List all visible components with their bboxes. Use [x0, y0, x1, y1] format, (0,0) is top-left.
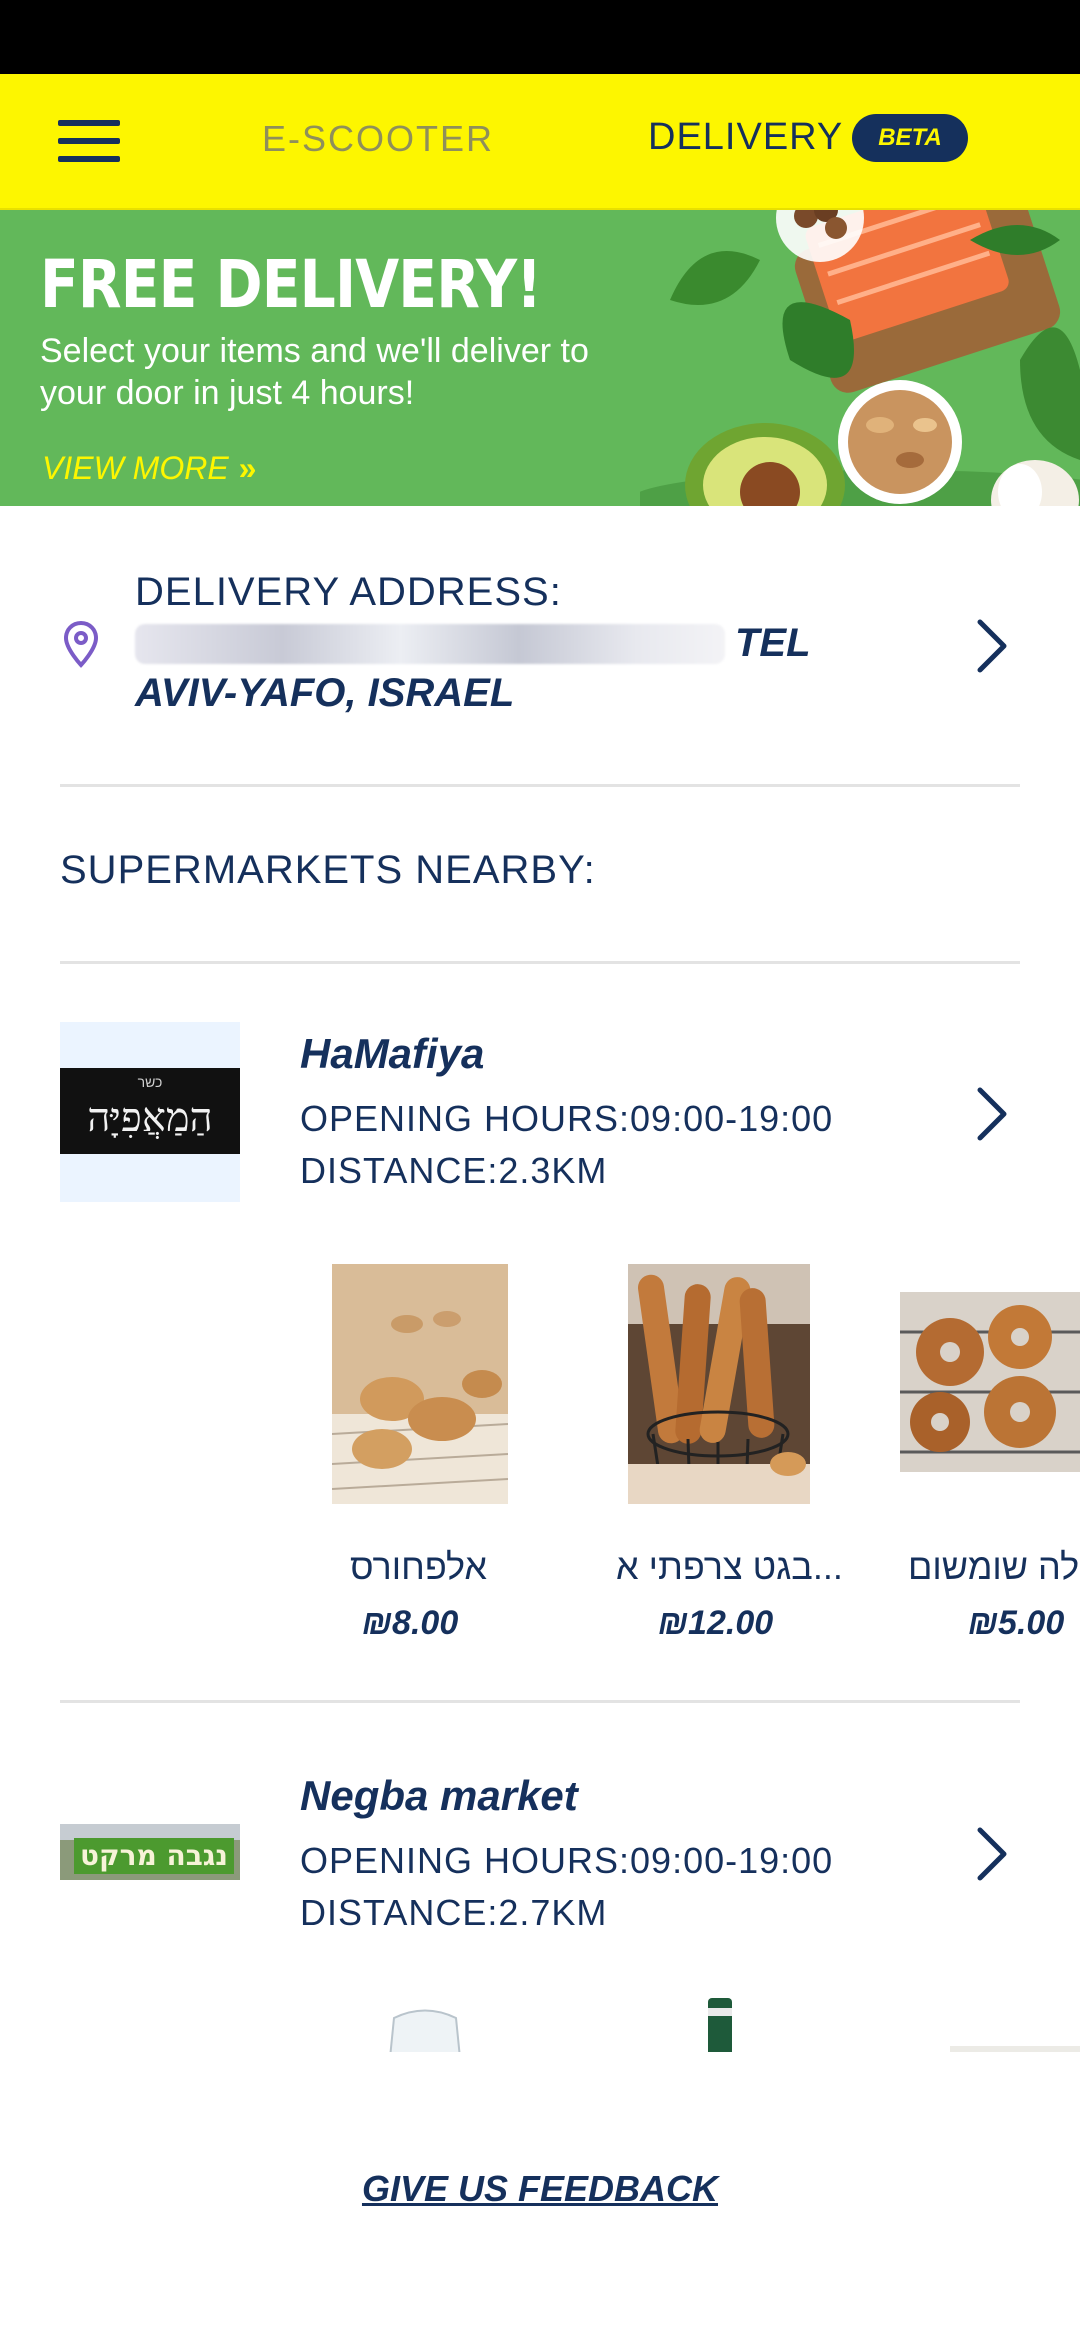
product-image-baguette: [628, 1264, 810, 1504]
logo-text: נגבה מרקט: [73, 1838, 234, 1874]
beta-badge: BETA: [852, 114, 968, 162]
banner-title: FREE DELIVERY!: [40, 246, 542, 323]
product-card[interactable]: בגט צרפתי א... ₪12.00: [616, 1264, 843, 1664]
product-card[interactable]: אלפחורס ₪8.00: [332, 1264, 512, 1664]
chevron-right-icon[interactable]: [972, 1824, 1012, 1884]
chevron-right-icon[interactable]: [972, 616, 1012, 676]
tab-e-scooter[interactable]: E-SCOOTER: [262, 118, 494, 160]
product-card[interactable]: לה שומשום ₪5.00: [900, 1292, 1080, 1672]
divider: [60, 1700, 1020, 1703]
store-opening-hours: OPENING HOURS:09:00-19:00: [300, 1098, 834, 1139]
product-image-partial: [708, 1998, 732, 2058]
product-name: לה שומשום: [908, 1546, 1080, 1587]
status-bar: [0, 0, 1080, 74]
store-distance: DISTANCE:2.7KM: [300, 1892, 608, 1933]
delivery-address-row[interactable]: DELIVERY ADDRESS: TEL AVIV-YAFO, ISRAEL: [0, 506, 1080, 784]
delivery-address-value: TEL AVIV-YAFO, ISRAEL: [135, 618, 855, 718]
store-card-hamafiya[interactable]: כשר הַמַאֲפִיָּה HaMafiya OPENING HOURS:…: [0, 1022, 1080, 1662]
logo-kosher-text: כשר: [137, 1074, 163, 1090]
product-price: ₪12.00: [658, 1604, 774, 1642]
divider: [60, 784, 1020, 787]
store-logo-hamafiya: כשר הַמַאֲפִיָּה: [60, 1022, 240, 1202]
product-image-partial: [388, 2009, 462, 2058]
supermarkets-nearby-title: SUPERMARKETS NEARBY:: [60, 848, 596, 892]
chevron-right-icon[interactable]: [972, 1084, 1012, 1144]
top-navigation-bar: E-SCOOTER DELIVERY BETA: [0, 74, 1080, 210]
store-opening-hours: OPENING HOURS:09:00-19:00: [300, 1840, 834, 1881]
logo-plate: כשר הַמַאֲפִיָּה: [60, 1068, 240, 1154]
product-image-sesame-bagel: [900, 1292, 1080, 1472]
tab-delivery[interactable]: DELIVERY: [648, 116, 843, 159]
address-line-2: AVIV-YAFO, ISRAEL: [135, 671, 515, 715]
grocery-illustration: [640, 210, 1080, 506]
product-name: אלפחורס: [350, 1546, 488, 1587]
store-distance: DISTANCE:2.3KM: [300, 1150, 608, 1191]
free-delivery-banner[interactable]: FREE DELIVERY! Select your items and we'…: [0, 210, 1080, 506]
divider: [60, 961, 1020, 964]
address-line-1: TEL: [735, 621, 811, 665]
product-price: ₪5.00: [968, 1604, 1065, 1642]
store-name: Negba market: [300, 1772, 578, 1819]
store-name: HaMafiya: [300, 1030, 485, 1077]
logo-text: הַמַאֲפִיָּה: [87, 1095, 213, 1141]
store-logo-negba: נגבה מרקט: [60, 1824, 240, 1880]
banner-subtitle: Select your items and we'll deliver to y…: [40, 332, 589, 412]
product-price: ₪8.00: [362, 1604, 459, 1642]
give-us-feedback-link[interactable]: GIVE US FEEDBACK: [0, 2168, 1080, 2210]
hamburger-menu-icon[interactable]: [58, 116, 120, 166]
view-more-link[interactable]: VIEW MORE»: [42, 450, 256, 487]
product-image-alfajores: [332, 1264, 508, 1504]
view-more-label: VIEW MORE: [42, 450, 229, 486]
location-pin-icon: [63, 620, 99, 668]
product-name: בגט צרפתי א...: [616, 1546, 843, 1587]
store-card-negba-market[interactable]: נגבה מרקט Negba market OPENING HOURS:09:…: [0, 1766, 1080, 2066]
bottom-fade: [0, 2052, 1080, 2172]
delivery-address-label: DELIVERY ADDRESS:: [135, 570, 562, 614]
double-chevron-right-icon: »: [238, 450, 257, 486]
